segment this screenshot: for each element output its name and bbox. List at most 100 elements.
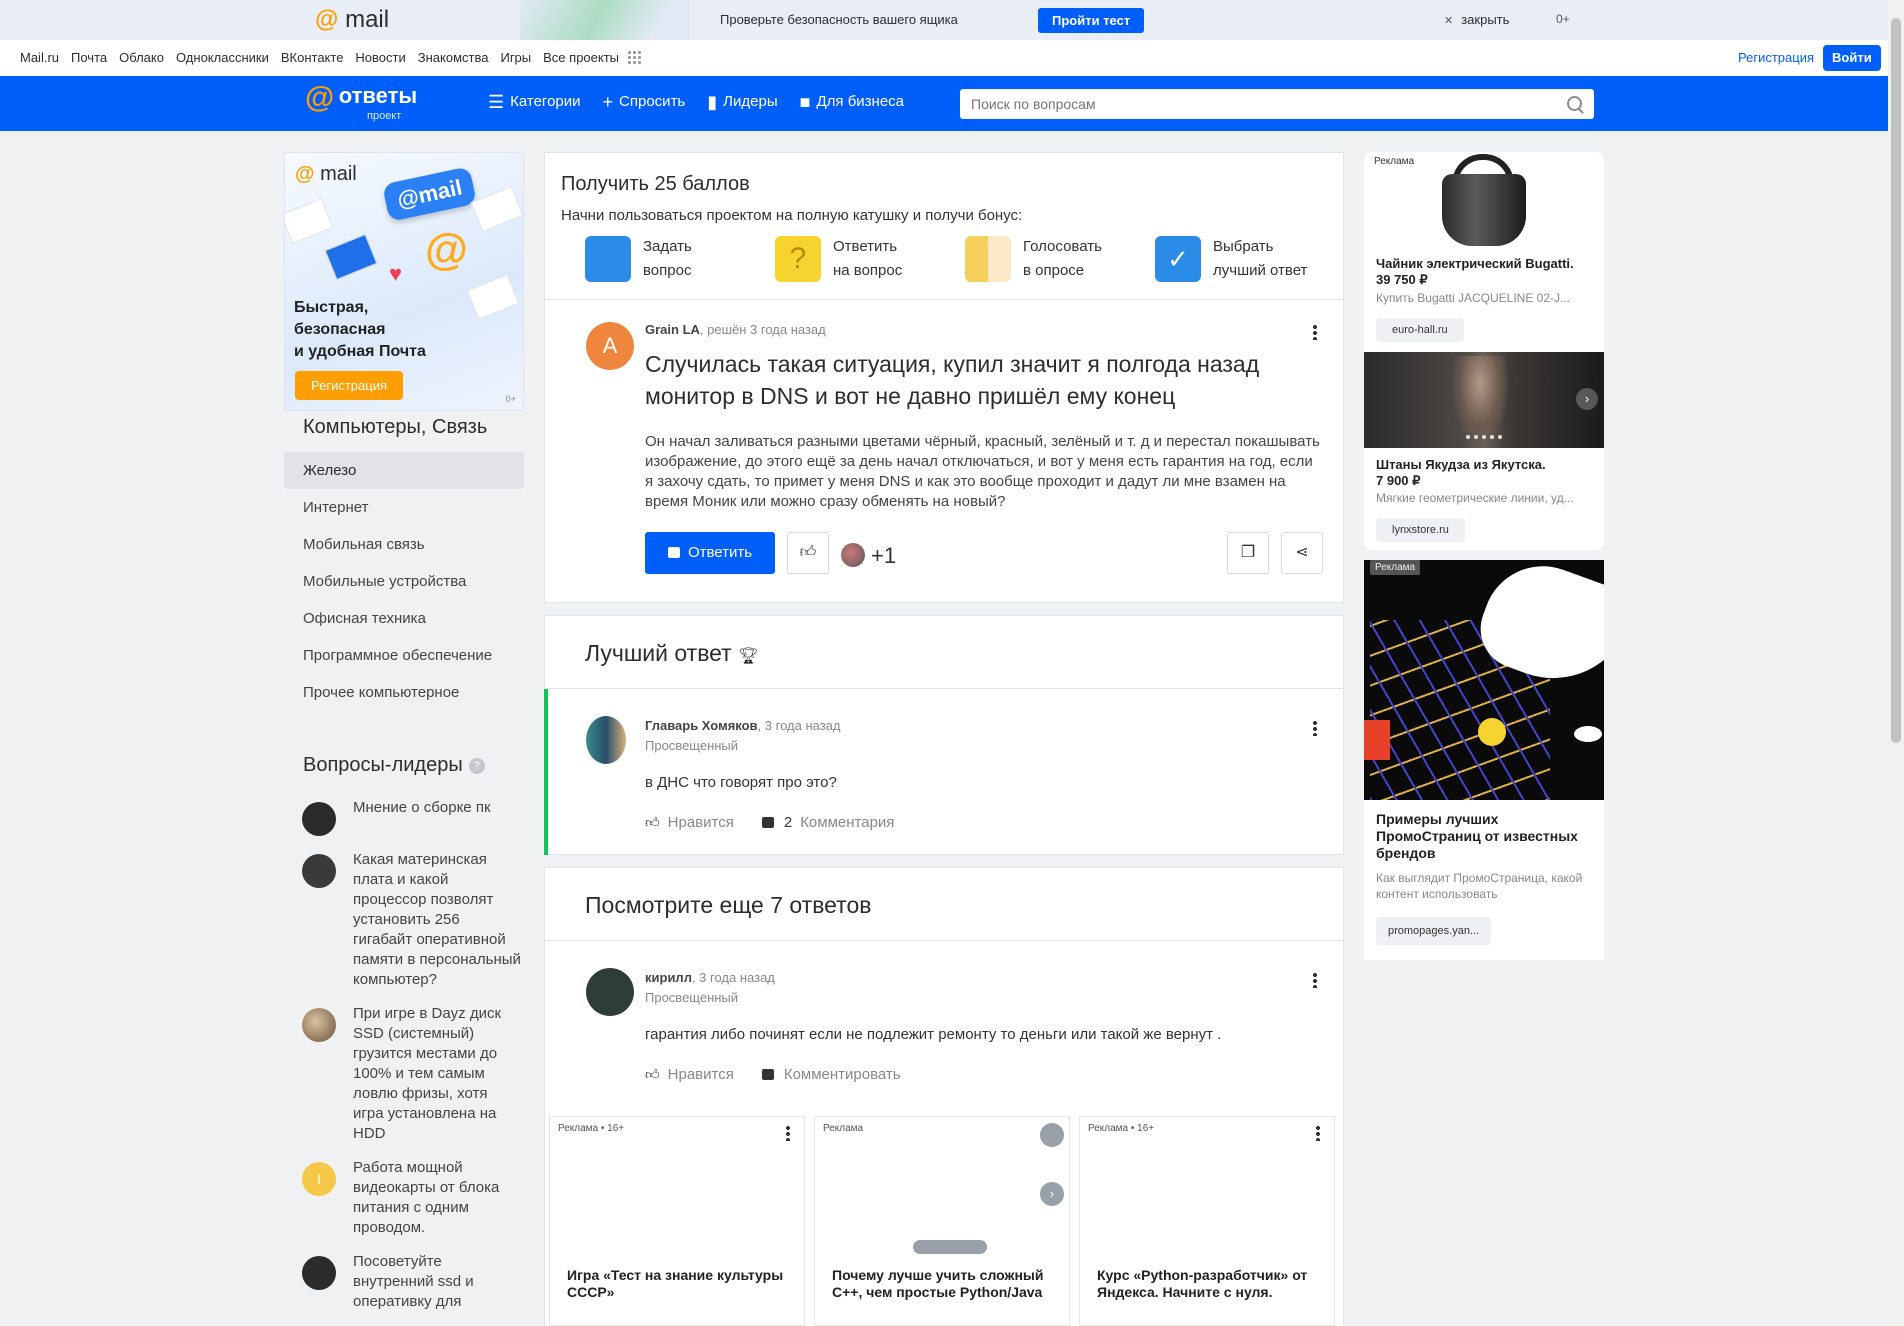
answer-author[interactable]: кирилл xyxy=(645,970,692,985)
portal-link-pochta[interactable]: Почта xyxy=(71,50,107,65)
author-avatar[interactable]: A xyxy=(586,322,634,370)
portal-link-dating[interactable]: Знакомства xyxy=(418,50,489,65)
ad-title: Игра «Тест на знание культуры СССР» xyxy=(567,1267,784,1300)
portal-link-mailru[interactable]: Mail.ru xyxy=(20,50,59,65)
portal-link-vk[interactable]: ВКонтакте xyxy=(281,50,344,65)
ad-title: Курс «Python-разработчик» от Яндекса. На… xyxy=(1097,1267,1308,1300)
nav-business[interactable]: ■ Для бизнеса xyxy=(799,91,904,112)
category-item-mobile-devices[interactable]: Мобильные устройства xyxy=(284,563,524,600)
register-link[interactable]: Регистрация xyxy=(1738,50,1814,65)
more-options-icon[interactable] xyxy=(1313,324,1317,340)
ad-domain[interactable]: euro-hall.ru xyxy=(1376,318,1464,342)
category-item-other[interactable]: Прочее компьютерное xyxy=(284,674,524,711)
avatar: I xyxy=(302,1162,336,1196)
bonus-step-vote[interactable]: Голосовать в опросе xyxy=(965,235,1155,283)
more-options-icon[interactable] xyxy=(1316,1125,1320,1141)
more-options-icon[interactable] xyxy=(1313,720,1317,736)
portal-link-oblako[interactable]: Облако xyxy=(119,50,164,65)
likers[interactable]: +1 xyxy=(841,543,896,569)
ad-title[interactable]: Штаны Якудза из Якутска. 7 900 ₽ xyxy=(1376,457,1546,489)
portal-link-all-projects[interactable]: Все проекты xyxy=(543,50,619,65)
portal-link-ok[interactable]: Одноклассники xyxy=(176,50,269,65)
age-rating: 0+ xyxy=(1556,12,1570,26)
more-options-icon[interactable] xyxy=(1040,1123,1064,1147)
envelope-icon xyxy=(285,197,334,245)
more-options-icon[interactable] xyxy=(1313,972,1317,988)
portal-link-news[interactable]: Новости xyxy=(355,50,405,65)
more-answers-title[interactable]: Посмотрите еще 7 ответов xyxy=(585,892,871,919)
more-options-icon[interactable] xyxy=(786,1125,790,1141)
like-label[interactable]: Нравится xyxy=(668,814,734,831)
bonus-title: Получить 25 баллов xyxy=(561,173,750,195)
ad-domain[interactable]: lynxstore.ru xyxy=(1376,518,1465,542)
thumbs-up-icon[interactable]: 👍︎ xyxy=(645,1066,660,1083)
promo-test-button[interactable]: Пройти тест xyxy=(1038,8,1145,33)
kettle-image[interactable] xyxy=(1440,152,1526,246)
checkmark-icon: ✓ xyxy=(1155,236,1201,282)
portal-link-games[interactable]: Игры xyxy=(500,50,531,65)
help-icon[interactable]: ? xyxy=(468,758,485,774)
bookmark-button[interactable]: ❐ xyxy=(1227,532,1269,574)
leader-question[interactable]: Какая материнская плата и какой процессо… xyxy=(302,850,522,990)
chevron-right-icon[interactable]: › xyxy=(1040,1182,1064,1206)
author-name[interactable]: Grain LA xyxy=(645,322,700,337)
otvety-logo[interactable]: @ ответы проект xyxy=(305,83,417,123)
answer-text: гарантия либо починят если не подлежит р… xyxy=(645,1026,1222,1043)
leader-question[interactable]: При игре в Dayz диск SSD (системный) гру… xyxy=(302,1004,522,1144)
scrollbar-thumb[interactable] xyxy=(1891,18,1901,743)
mail-registration-ad[interactable]: @ mail @mail ♥ @ Быстрая, безопасная и у… xyxy=(284,152,524,411)
grid-icon[interactable] xyxy=(627,50,642,64)
comments-count[interactable]: 2 xyxy=(784,814,792,831)
category-title[interactable]: Компьютеры, Связь xyxy=(303,416,487,439)
bookmark-icon: ❐ xyxy=(1240,544,1256,561)
ad-register-button[interactable]: Регистрация xyxy=(295,371,403,400)
category-item-software[interactable]: Программное обеспечение xyxy=(284,637,524,674)
ad-label: Реклама xyxy=(1374,156,1415,167)
reply-button[interactable]: Ответить xyxy=(645,532,775,574)
briefcase-icon: ■ xyxy=(799,91,811,112)
avatar xyxy=(302,854,336,888)
mail-logo[interactable]: @ mail xyxy=(315,6,389,34)
avatar[interactable] xyxy=(586,968,634,1016)
ad-card[interactable]: Реклама › Почему лучше учить сложный С++… xyxy=(814,1116,1070,1326)
nav-categories[interactable]: ☰ Категории xyxy=(488,93,581,111)
chevron-right-icon[interactable]: › xyxy=(1576,388,1598,410)
login-button[interactable]: Войти xyxy=(1823,45,1881,71)
right-ad-promopages[interactable]: Реклама Примеры лучших ПромоСтраниц от и… xyxy=(1364,560,1604,960)
like-label[interactable]: Нравится xyxy=(668,1066,734,1083)
bonus-step-answer[interactable]: ? Ответить на вопрос xyxy=(775,235,965,283)
search-input[interactable] xyxy=(960,89,1540,119)
ad-card[interactable]: Реклама • 16+ Курс «Python-разработчик» … xyxy=(1079,1116,1335,1326)
category-item-hardware[interactable]: Железо xyxy=(284,452,524,489)
avatar[interactable] xyxy=(586,716,626,764)
nav-leaders[interactable]: ▮ Лидеры xyxy=(707,93,777,111)
comment-label[interactable]: Комментировать xyxy=(784,1066,901,1083)
carousel-dots[interactable] xyxy=(913,1240,987,1254)
leader-question[interactable]: I Работа мощной видеокарты от блока пита… xyxy=(302,1158,522,1238)
ad-label: Реклама xyxy=(1370,560,1421,575)
ad-description: Как выглядит ПромоСтраница, какой контен… xyxy=(1376,871,1583,901)
thumbs-up-icon[interactable]: 👍︎ xyxy=(645,814,660,831)
like-button[interactable]: 👍︎ xyxy=(787,532,829,574)
comments-label[interactable]: Комментария xyxy=(800,814,894,831)
bonus-step-ask[interactable]: Задать вопрос xyxy=(585,235,775,283)
nav-ask[interactable]: + Спросить xyxy=(603,93,686,111)
share-button[interactable]: ⋖ xyxy=(1281,532,1323,574)
bonus-step-best[interactable]: ✓ Выбрать лучший ответ xyxy=(1155,235,1345,283)
category-item-mobile-network[interactable]: Мобильная связь xyxy=(284,526,524,563)
carousel-dots[interactable] xyxy=(1464,434,1504,440)
leader-question[interactable]: Мнение о сборке пк xyxy=(302,798,522,836)
category-item-office[interactable]: Офисная техника xyxy=(284,600,524,637)
category-item-internet[interactable]: Интернет xyxy=(284,489,524,526)
comment-icon[interactable] xyxy=(761,817,774,828)
search-icon[interactable] xyxy=(1567,96,1582,111)
ad-title[interactable]: Чайник электрический Bugatti. 39 750 ₽ xyxy=(1376,256,1574,288)
leader-question[interactable]: Посоветуйте внутренний ssd и оперативку … xyxy=(302,1252,522,1312)
comment-icon[interactable] xyxy=(761,1069,774,1080)
answer-author[interactable]: Главарь Хомяков xyxy=(645,718,758,733)
promo-close-button[interactable]: ✕ закрыть xyxy=(1444,12,1509,27)
page-scrollbar[interactable] xyxy=(1888,0,1904,1326)
ad-domain[interactable]: promopages.yan... xyxy=(1376,917,1492,945)
pants-image[interactable]: › xyxy=(1364,352,1604,448)
ad-card[interactable]: Реклама • 16+ Игра «Тест на знание культ… xyxy=(549,1116,805,1326)
